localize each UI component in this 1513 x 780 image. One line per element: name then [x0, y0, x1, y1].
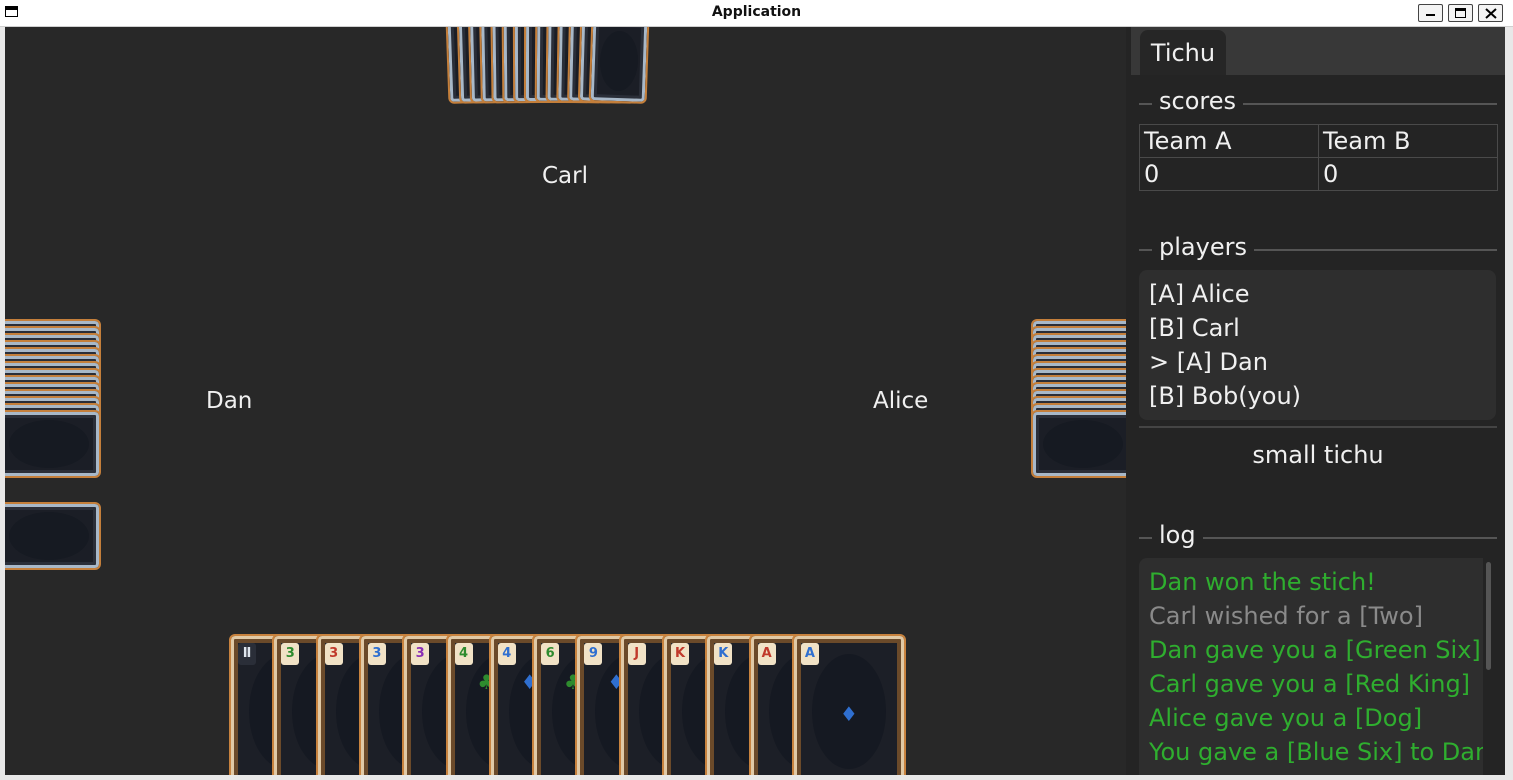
- players-section-header: players: [1139, 233, 1497, 261]
- card-back: [588, 27, 650, 104]
- card-rank: A: [800, 643, 819, 665]
- tab-bar: Tichu: [1131, 27, 1505, 75]
- team-a-header: Team A: [1139, 124, 1319, 158]
- side-panel: Tichu scores Team A Team B 0 0 players […: [1126, 27, 1505, 775]
- players-list: [A] Alice [B] Carl > [A] Dan [B] Bob(you…: [1139, 270, 1496, 420]
- card-back: [1031, 410, 1126, 478]
- player-name-right: Alice: [873, 388, 929, 414]
- divider: [1139, 426, 1497, 428]
- scores-table: Team A Team B 0 0: [1139, 124, 1499, 191]
- player-row: [B] Bob(you): [1149, 382, 1302, 410]
- game-table: Carl Dan Alice Ⅱ 3 3 3 3 4 ♣ 4 ♦ 6 ♣ 9 ♦ J K K A A ♦: [5, 27, 1126, 775]
- card-rank: 3: [411, 643, 430, 665]
- team-b-header: Team B: [1317, 124, 1499, 158]
- close-button[interactable]: [1478, 4, 1503, 22]
- title-bar: Application: [0, 0, 1513, 27]
- player-row: > [A] Dan: [1149, 348, 1268, 376]
- log-entry: Alice gave you a [Dog]: [1149, 704, 1423, 732]
- player-name-top: Carl: [542, 163, 588, 189]
- team-a-score: 0: [1139, 157, 1319, 191]
- card-rank: 3: [367, 643, 386, 665]
- small-tichu-button[interactable]: small tichu: [1139, 435, 1497, 475]
- log-entry: Carl gave you a [Red King]: [1149, 670, 1471, 698]
- log-list: Dan won the stich! Carl wished for a [Tw…: [1139, 558, 1483, 775]
- diamond-icon: ♦: [839, 702, 858, 726]
- log-label: log: [1152, 521, 1203, 549]
- log-entry: Dan won the stich!: [1149, 568, 1376, 596]
- card-rank: 4: [454, 643, 473, 665]
- scores-label: scores: [1152, 87, 1243, 115]
- maximize-button[interactable]: [1448, 4, 1473, 22]
- window-border: [1505, 27, 1513, 780]
- card-back: [5, 410, 101, 478]
- card-rank: 4: [497, 643, 516, 665]
- player-row: [B] Carl: [1149, 314, 1240, 342]
- minimize-button[interactable]: [1418, 4, 1443, 22]
- players-label: players: [1152, 233, 1254, 261]
- player-name-left: Dan: [206, 388, 253, 414]
- window-title: Application: [711, 4, 802, 20]
- dan-played-card: [5, 502, 101, 570]
- scores-section-header: scores: [1139, 87, 1497, 115]
- log-section-header: log: [1139, 521, 1497, 549]
- tab-tichu[interactable]: Tichu: [1140, 30, 1226, 75]
- log-scrollbar[interactable]: [1486, 562, 1491, 670]
- player-row: [A] Alice: [1149, 280, 1250, 308]
- card-rank: 3: [281, 643, 300, 665]
- log-entry: Dan gave you a [Green Six]: [1149, 636, 1481, 664]
- card-rank: K: [671, 643, 689, 665]
- card-rank: 6: [541, 643, 560, 665]
- log-entry: Carl wished for a [Two]: [1149, 602, 1423, 630]
- mahjong-icon: Ⅱ: [238, 643, 256, 665]
- log-entry: You gave a [Blue Six] to Dan: [1149, 738, 1483, 766]
- card-rank: 3: [324, 643, 343, 665]
- close-icon: [1485, 8, 1497, 19]
- hand-card[interactable]: A ♦: [791, 634, 906, 775]
- card-rank: K: [714, 643, 733, 665]
- team-b-score: 0: [1317, 157, 1499, 191]
- card-rank: A: [757, 643, 776, 665]
- card-rank: 9: [584, 643, 603, 665]
- card-rank: J: [627, 643, 646, 665]
